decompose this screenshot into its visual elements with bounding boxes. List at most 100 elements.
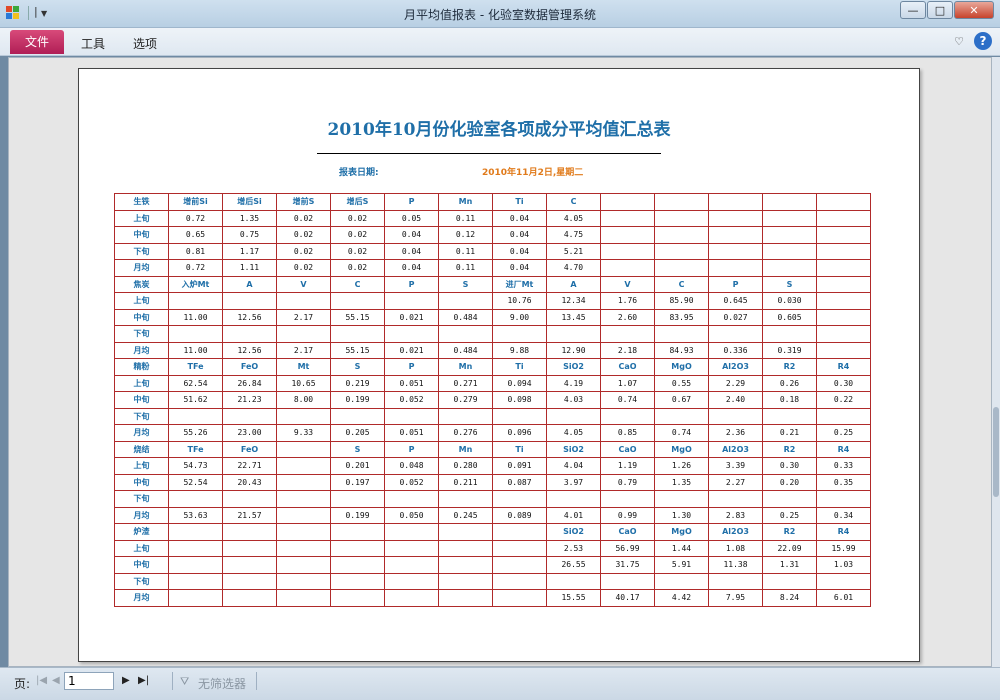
table-cell: S — [438, 275, 493, 293]
table-cell — [492, 325, 547, 343]
table-cell: 0.05 — [384, 209, 439, 227]
table-cell: 0.050 — [384, 506, 439, 524]
table-cell: 4.42 — [654, 589, 709, 607]
table-cell: 15.99 — [816, 539, 871, 557]
table-row: 月均 11.00 12.56 2.17 55.15 0.021 0.484 9.88 12.90… — [114, 341, 871, 359]
table-cell: 55.26 — [168, 424, 223, 442]
table-cell: Mn — [438, 193, 493, 211]
table-cell: 0.04 — [384, 242, 439, 260]
table-cell — [654, 490, 709, 508]
table-cell — [276, 572, 331, 590]
table-cell: 3.97 — [546, 473, 601, 491]
table-row: 上旬 10.76 12.34 1.76 85.90 0.645 0.030 — [114, 292, 871, 310]
table-cell — [816, 209, 871, 227]
ribbon-collapse-icon[interactable]: ♡ — [954, 35, 964, 48]
table-cell: 4.01 — [546, 506, 601, 524]
table-cell: 0.65 — [168, 226, 223, 244]
table-cell: R4 — [816, 358, 871, 376]
table-cell — [276, 589, 331, 607]
table-cell: 22.09 — [762, 539, 817, 557]
table-cell — [384, 490, 439, 508]
table-cell: CaO — [600, 440, 655, 458]
help-icon[interactable]: ? — [974, 32, 992, 50]
table-cell — [654, 193, 709, 211]
table-cell: 中旬 — [114, 556, 169, 574]
table-cell: 10.65 — [276, 374, 331, 392]
table-cell: Ti — [492, 440, 547, 458]
table-cell — [816, 226, 871, 244]
table-cell: R2 — [762, 523, 817, 541]
table-cell — [276, 440, 331, 458]
table-cell: 26.55 — [546, 556, 601, 574]
maximize-button[interactable]: □ — [927, 1, 953, 19]
table-cell: 炉渣 — [114, 523, 169, 541]
table-cell — [330, 572, 385, 590]
table-cell — [816, 490, 871, 508]
table-cell: P — [708, 275, 763, 293]
table-cell — [492, 490, 547, 508]
page-number-input[interactable] — [64, 672, 114, 690]
table-cell: 13.45 — [546, 308, 601, 326]
table-cell: 0.04 — [492, 226, 547, 244]
last-page-button[interactable]: ▶| — [138, 675, 149, 686]
table-cell: 烧结 — [114, 440, 169, 458]
table-cell: 0.21 — [762, 424, 817, 442]
table-row: 上旬 0.72 1.35 0.02 0.02 0.05 0.11 0.04 4.05 — [114, 209, 871, 227]
table-cell: 月均 — [114, 589, 169, 607]
table-row: 烧结 TFe FeO S P Mn Ti SiO2 CaO MgO Al2O3 R2 R4 — [114, 440, 871, 458]
table-cell: V — [276, 275, 331, 293]
table-cell: 月均 — [114, 506, 169, 524]
table-cell: 22.71 — [222, 457, 277, 475]
tab-file[interactable]: 文件 — [10, 30, 64, 54]
minimize-button[interactable]: — — [900, 1, 926, 19]
tab-tools[interactable]: 工具 — [81, 35, 105, 52]
table-cell — [222, 539, 277, 557]
table-cell: 53.63 — [168, 506, 223, 524]
table-cell — [438, 572, 493, 590]
table-cell: 0.04 — [384, 259, 439, 277]
table-row: 下旬 — [114, 490, 871, 508]
table-cell: 中旬 — [114, 391, 169, 409]
vertical-scrollbar[interactable] — [992, 57, 1000, 667]
table-cell — [708, 572, 763, 590]
table-cell: 0.279 — [438, 391, 493, 409]
table-cell: 52.54 — [168, 473, 223, 491]
table-cell: C — [330, 275, 385, 293]
table-cell — [708, 325, 763, 343]
filter-status[interactable]: 无筛选器 — [198, 675, 246, 692]
table-cell: 0.72 — [168, 259, 223, 277]
close-button[interactable]: ✕ — [954, 1, 994, 19]
table-cell — [222, 589, 277, 607]
prev-page-button[interactable]: ◀ — [52, 675, 60, 686]
scrollbar-thumb[interactable] — [993, 407, 999, 497]
table-cell: 0.211 — [438, 473, 493, 491]
table-cell — [276, 506, 331, 524]
table-cell: 2.40 — [708, 391, 763, 409]
table-cell: 1.44 — [654, 539, 709, 557]
table-cell — [168, 572, 223, 590]
table-cell — [654, 242, 709, 260]
table-cell: C — [654, 275, 709, 293]
table-row: 月均 53.63 21.57 0.199 0.050 0.245 0.089 4.01 0.99… — [114, 506, 871, 524]
report-date-label: 报表日期: — [339, 168, 379, 178]
table-cell: 4.19 — [546, 374, 601, 392]
table-cell: 10.76 — [492, 292, 547, 310]
next-page-button[interactable]: ▶ — [122, 675, 130, 686]
table-row: 炉渣 SiO2 CaO MgO Al2O3 R2 R4 — [114, 523, 871, 541]
table-cell — [384, 292, 439, 310]
table-cell: 0.11 — [438, 242, 493, 260]
table-row: 中旬 52.54 20.43 0.197 0.052 0.211 0.087 3.97 0.79… — [114, 473, 871, 491]
first-page-button[interactable]: |◀ — [36, 675, 47, 686]
ribbon-bar: 文件 工具 选项 ♡ ? — [0, 28, 1000, 56]
table-cell: P — [384, 193, 439, 211]
table-cell: A — [222, 275, 277, 293]
table-cell: 0.25 — [816, 424, 871, 442]
table-cell: 12.90 — [546, 341, 601, 359]
table-cell — [600, 193, 655, 211]
table-cell — [762, 325, 817, 343]
table-cell: 0.048 — [384, 457, 439, 475]
tab-options[interactable]: 选项 — [133, 35, 157, 52]
table-cell: 0.55 — [654, 374, 709, 392]
table-cell: 0.030 — [762, 292, 817, 310]
table-cell: 0.04 — [492, 209, 547, 227]
